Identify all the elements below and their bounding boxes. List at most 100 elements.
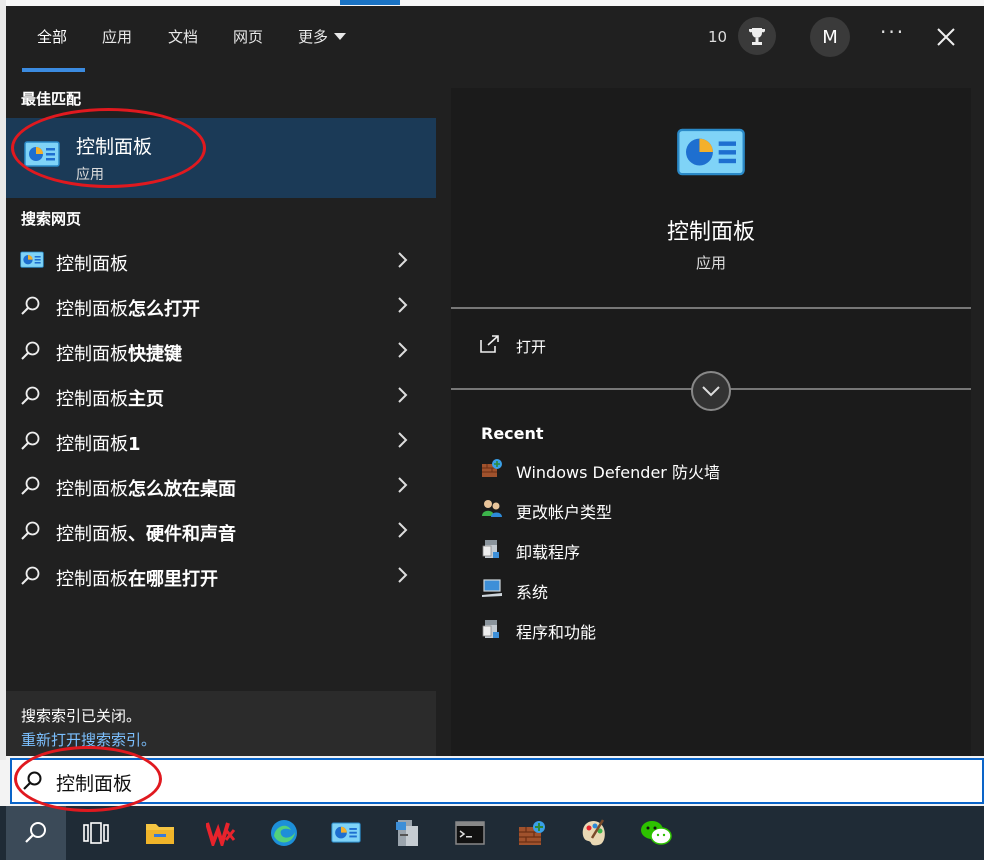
query-prefix: 控制面板 bbox=[56, 434, 128, 455]
query-suggestion: 主页 bbox=[128, 389, 164, 410]
wps-office-button[interactable] bbox=[192, 806, 252, 860]
control-panel-icon bbox=[20, 250, 44, 274]
close-icon[interactable] bbox=[931, 22, 961, 52]
firewall-icon bbox=[519, 821, 545, 845]
query-prefix: 控制面板 bbox=[56, 299, 128, 320]
wechat-icon bbox=[641, 821, 672, 845]
control-panel-taskbar-button[interactable] bbox=[316, 806, 376, 860]
query-suggestion: 怎么放在桌面 bbox=[128, 479, 236, 500]
file-explorer-button[interactable] bbox=[130, 806, 190, 860]
chevron-right-icon bbox=[396, 521, 408, 543]
user-avatar[interactable]: M bbox=[810, 17, 850, 57]
web-search-item[interactable]: 控制面板在哪里打开 bbox=[6, 553, 436, 598]
tab-more-label: 更多 bbox=[298, 28, 329, 46]
terminal-button[interactable] bbox=[440, 806, 500, 860]
rewards-points: 10 bbox=[708, 28, 728, 46]
search-icon bbox=[25, 822, 46, 843]
index-status-box: 搜索索引已关闭。 重新打开搜索索引。 bbox=[6, 691, 436, 756]
web-search-item-label: 控制面板、硬件和声音 bbox=[56, 520, 236, 546]
expand-button[interactable] bbox=[691, 371, 731, 411]
best-match-item[interactable]: 控制面板 应用 bbox=[6, 118, 436, 198]
chevron-right-icon bbox=[396, 251, 408, 273]
search-icon bbox=[20, 340, 42, 366]
index-status-message: 搜索索引已关闭。 bbox=[21, 707, 142, 725]
tab-apps[interactable]: 应用 bbox=[102, 26, 132, 47]
web-search-item[interactable]: 控制面板怎么打开 bbox=[6, 283, 436, 328]
firewall-icon bbox=[481, 458, 503, 482]
web-search-item[interactable]: 控制面板 bbox=[6, 238, 436, 283]
trophy-icon[interactable] bbox=[738, 17, 776, 55]
chevron-down-icon bbox=[334, 33, 347, 40]
recent-item-label: 更改帐户类型 bbox=[516, 503, 613, 522]
web-search-item[interactable]: 控制面板1 bbox=[6, 418, 436, 463]
recent-item-label: Windows Defender 防火墙 bbox=[516, 463, 720, 482]
tab-more[interactable]: 更多 bbox=[298, 26, 347, 47]
taskbar bbox=[0, 806, 984, 860]
terminal-icon bbox=[455, 821, 485, 845]
divider bbox=[451, 307, 971, 309]
web-search-item[interactable]: 控制面板怎么放在桌面 bbox=[6, 463, 436, 508]
best-match-heading: 最佳匹配 bbox=[21, 90, 82, 108]
preview-type: 应用 bbox=[695, 254, 726, 272]
search-input[interactable] bbox=[56, 768, 656, 796]
taskbar-search-button[interactable] bbox=[6, 806, 66, 860]
chevron-right-icon bbox=[396, 296, 408, 318]
search-icon bbox=[22, 770, 44, 796]
server-manager-button[interactable] bbox=[378, 806, 438, 860]
web-search-item-label: 控制面板快捷键 bbox=[56, 340, 182, 366]
search-icon bbox=[20, 385, 42, 411]
chevron-right-icon bbox=[396, 431, 408, 453]
tab-documents[interactable]: 文档 bbox=[168, 26, 198, 47]
recent-heading: Recent bbox=[481, 424, 544, 443]
web-search-item-label: 控制面板 bbox=[56, 250, 128, 276]
top-bar: 全部 应用 文档 网页 更多 10 M ··· bbox=[6, 6, 984, 72]
best-match-type: 应用 bbox=[76, 167, 104, 183]
web-search-item-label: 控制面板在哪里打开 bbox=[56, 565, 218, 591]
search-icon bbox=[20, 565, 42, 591]
web-search-item[interactable]: 控制面板快捷键 bbox=[6, 328, 436, 373]
paint-button[interactable] bbox=[564, 806, 624, 860]
web-search-item-label: 控制面板主页 bbox=[56, 385, 164, 411]
more-options-icon[interactable]: ··· bbox=[880, 20, 905, 44]
paint-icon bbox=[582, 819, 605, 846]
search-icon bbox=[20, 295, 42, 321]
recent-item-label: 程序和功能 bbox=[516, 623, 597, 642]
query-prefix: 控制面板 bbox=[56, 524, 128, 545]
file-explorer-icon bbox=[146, 824, 174, 844]
recent-item-label: 系统 bbox=[516, 583, 549, 602]
web-search-item-label: 控制面板怎么打开 bbox=[56, 295, 200, 321]
chevron-right-icon bbox=[396, 476, 408, 498]
preview-pane: 控制面板 应用 打开 Recent Windows Defender 防火墙 更改… bbox=[451, 88, 971, 756]
control-panel-icon bbox=[331, 822, 361, 843]
query-prefix: 控制面板 bbox=[56, 344, 128, 365]
wps-office-icon bbox=[206, 822, 236, 846]
tab-all[interactable]: 全部 bbox=[37, 26, 67, 47]
search-box bbox=[10, 758, 984, 804]
programs-icon bbox=[481, 618, 503, 644]
programs-icon bbox=[481, 538, 503, 564]
open-action-label: 打开 bbox=[516, 338, 547, 356]
reenable-index-link[interactable]: 重新打开搜索索引。 bbox=[21, 729, 156, 750]
user-accounts-icon bbox=[481, 498, 503, 522]
web-search-item-label: 控制面板怎么放在桌面 bbox=[56, 475, 236, 501]
start-search-panel: 全部 应用 文档 网页 更多 10 M ··· 最佳匹配 控制面板 应用 搜索网… bbox=[6, 6, 984, 756]
query-prefix: 控制面板 bbox=[56, 479, 128, 500]
edge-browser-icon bbox=[271, 820, 297, 846]
server-manager-icon bbox=[396, 820, 418, 846]
query-suggestion: 在哪里打开 bbox=[128, 569, 218, 590]
firewall-button[interactable] bbox=[502, 806, 562, 860]
system-icon bbox=[481, 578, 503, 602]
tab-web[interactable]: 网页 bbox=[233, 26, 263, 47]
task-view-button[interactable] bbox=[66, 806, 126, 860]
edge-browser-button[interactable] bbox=[254, 806, 314, 860]
wechat-button[interactable] bbox=[626, 806, 686, 860]
open-external-icon bbox=[479, 334, 501, 358]
web-search-heading: 搜索网页 bbox=[21, 210, 82, 228]
web-search-item[interactable]: 控制面板主页 bbox=[6, 373, 436, 418]
query-prefix: 控制面板 bbox=[56, 389, 128, 410]
preview-title: 控制面板 bbox=[666, 220, 755, 245]
recent-item-label: 卸载程序 bbox=[516, 543, 581, 562]
web-search-item[interactable]: 控制面板、硬件和声音 bbox=[6, 508, 436, 553]
control-panel-icon bbox=[676, 128, 746, 182]
task-view-icon bbox=[83, 822, 109, 844]
